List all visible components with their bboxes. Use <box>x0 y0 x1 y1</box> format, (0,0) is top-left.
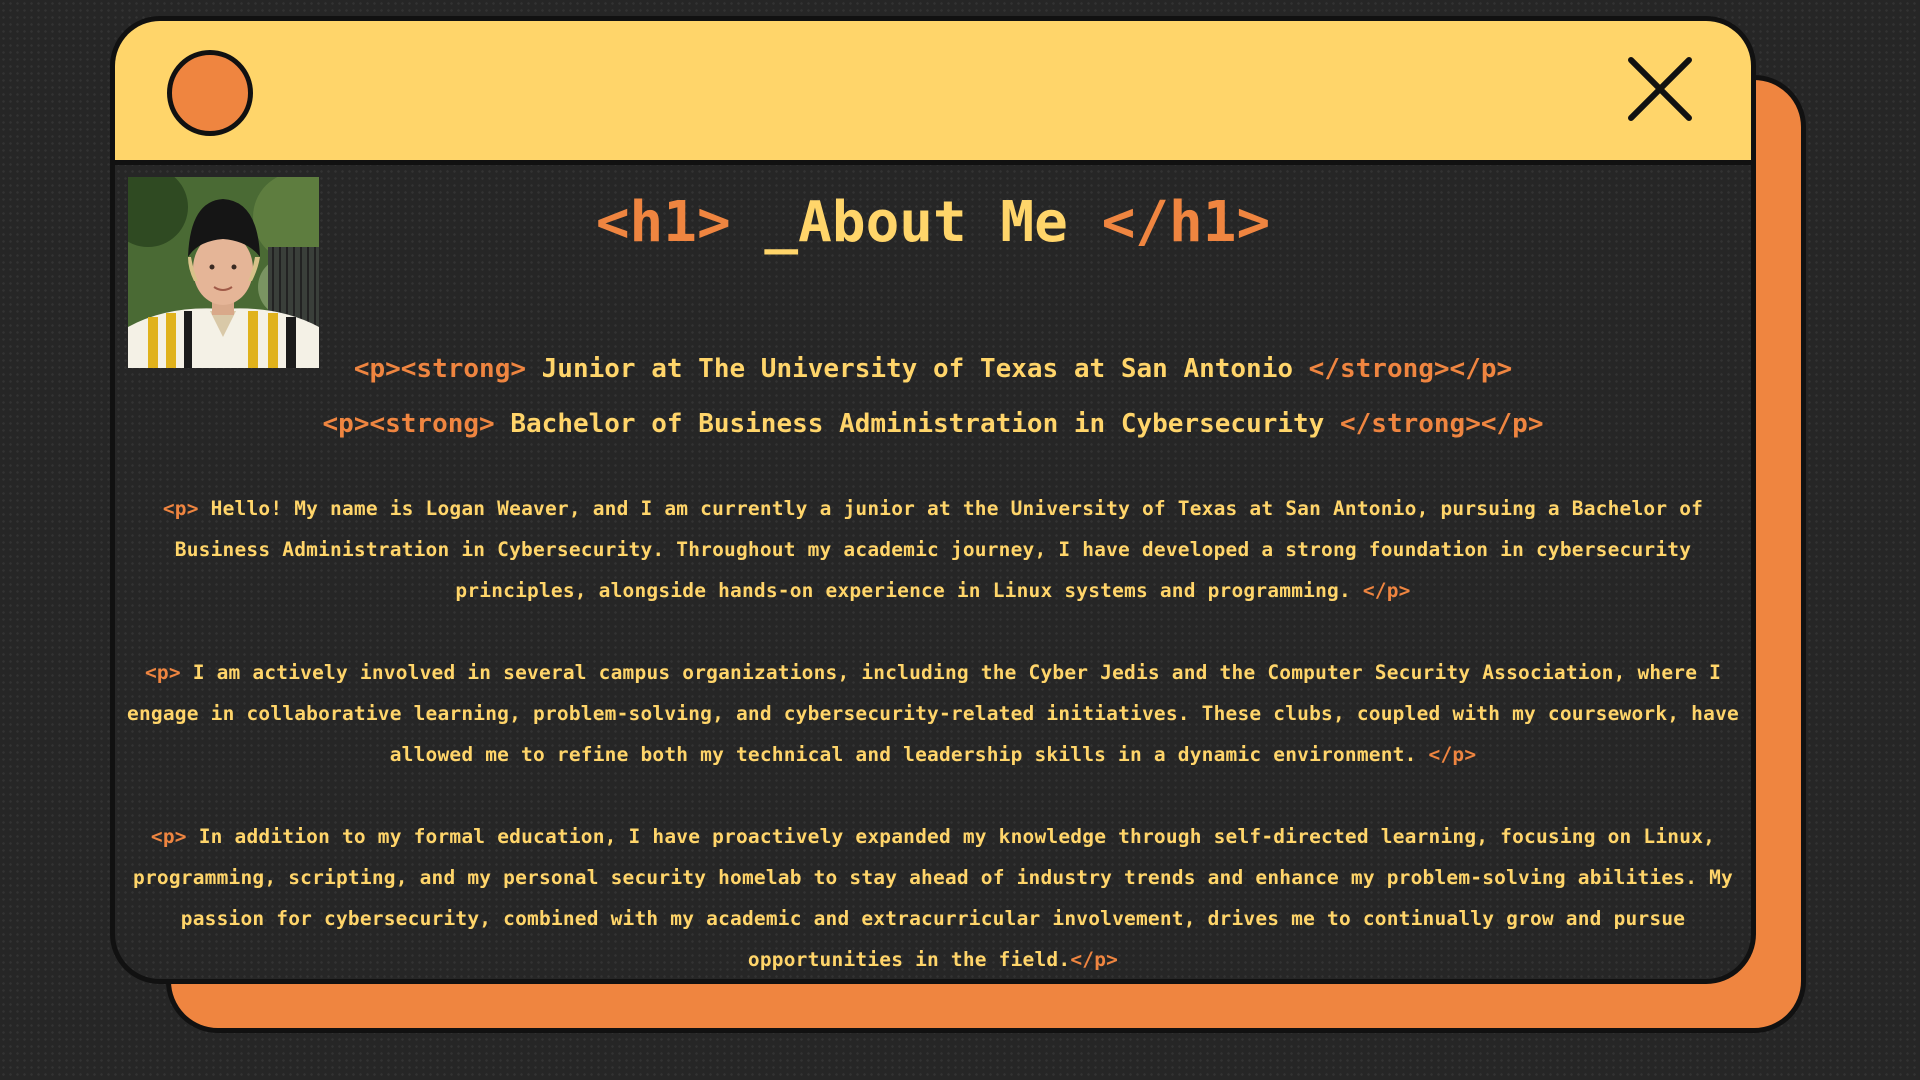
window-content: <h1> _About Me </h1> <p><strong> Junior … <box>115 165 1751 979</box>
subtitle-close-tag: </strong></p> <box>1339 409 1544 439</box>
orange-circle-icon[interactable] <box>167 50 253 136</box>
p-close-tag: </p> <box>1362 579 1411 602</box>
subtitle-university: <p><strong> Junior at The University of … <box>115 354 1751 384</box>
h1-close-tag: </h1> <box>1101 190 1271 255</box>
paragraph-self-learning: <p> In addition to my formal education, … <box>125 816 1741 979</box>
p-open-tag: <p> <box>144 661 181 684</box>
p-close-tag: </p> <box>1428 743 1477 766</box>
paragraph-text: In addition to my formal education, I ha… <box>133 825 1733 971</box>
page-title-text: _About Me <box>730 190 1102 255</box>
p-open-tag: <p> <box>162 497 199 520</box>
paragraph-organizations: <p> I am actively involved in several ca… <box>125 652 1741 775</box>
subtitle-text: Bachelor of Business Administration in C… <box>494 409 1340 439</box>
subtitle-text: Junior at The University of Texas at San… <box>526 354 1309 384</box>
subtitle-open-tag: <p><strong> <box>322 409 495 439</box>
subtitle-open-tag: <p><strong> <box>353 354 526 384</box>
paragraph-text: I am actively involved in several campus… <box>127 661 1739 766</box>
subtitle-degree: <p><strong> Bachelor of Business Adminis… <box>115 409 1751 439</box>
p-close-tag: </p> <box>1070 948 1119 971</box>
paragraph-intro: <p> Hello! My name is Logan Weaver, and … <box>125 488 1741 611</box>
paragraph-text: Hello! My name is Logan Weaver, and I am… <box>174 497 1704 602</box>
p-open-tag: <p> <box>150 825 187 848</box>
close-x-icon[interactable] <box>1627 56 1693 122</box>
page-title: <h1> _About Me </h1> <box>115 187 1751 259</box>
h1-open-tag: <h1> <box>595 190 731 255</box>
subtitle-close-tag: </strong></p> <box>1308 354 1513 384</box>
window-titlebar <box>115 21 1751 165</box>
about-window: <h1> _About Me </h1> <p><strong> Junior … <box>110 16 1756 984</box>
